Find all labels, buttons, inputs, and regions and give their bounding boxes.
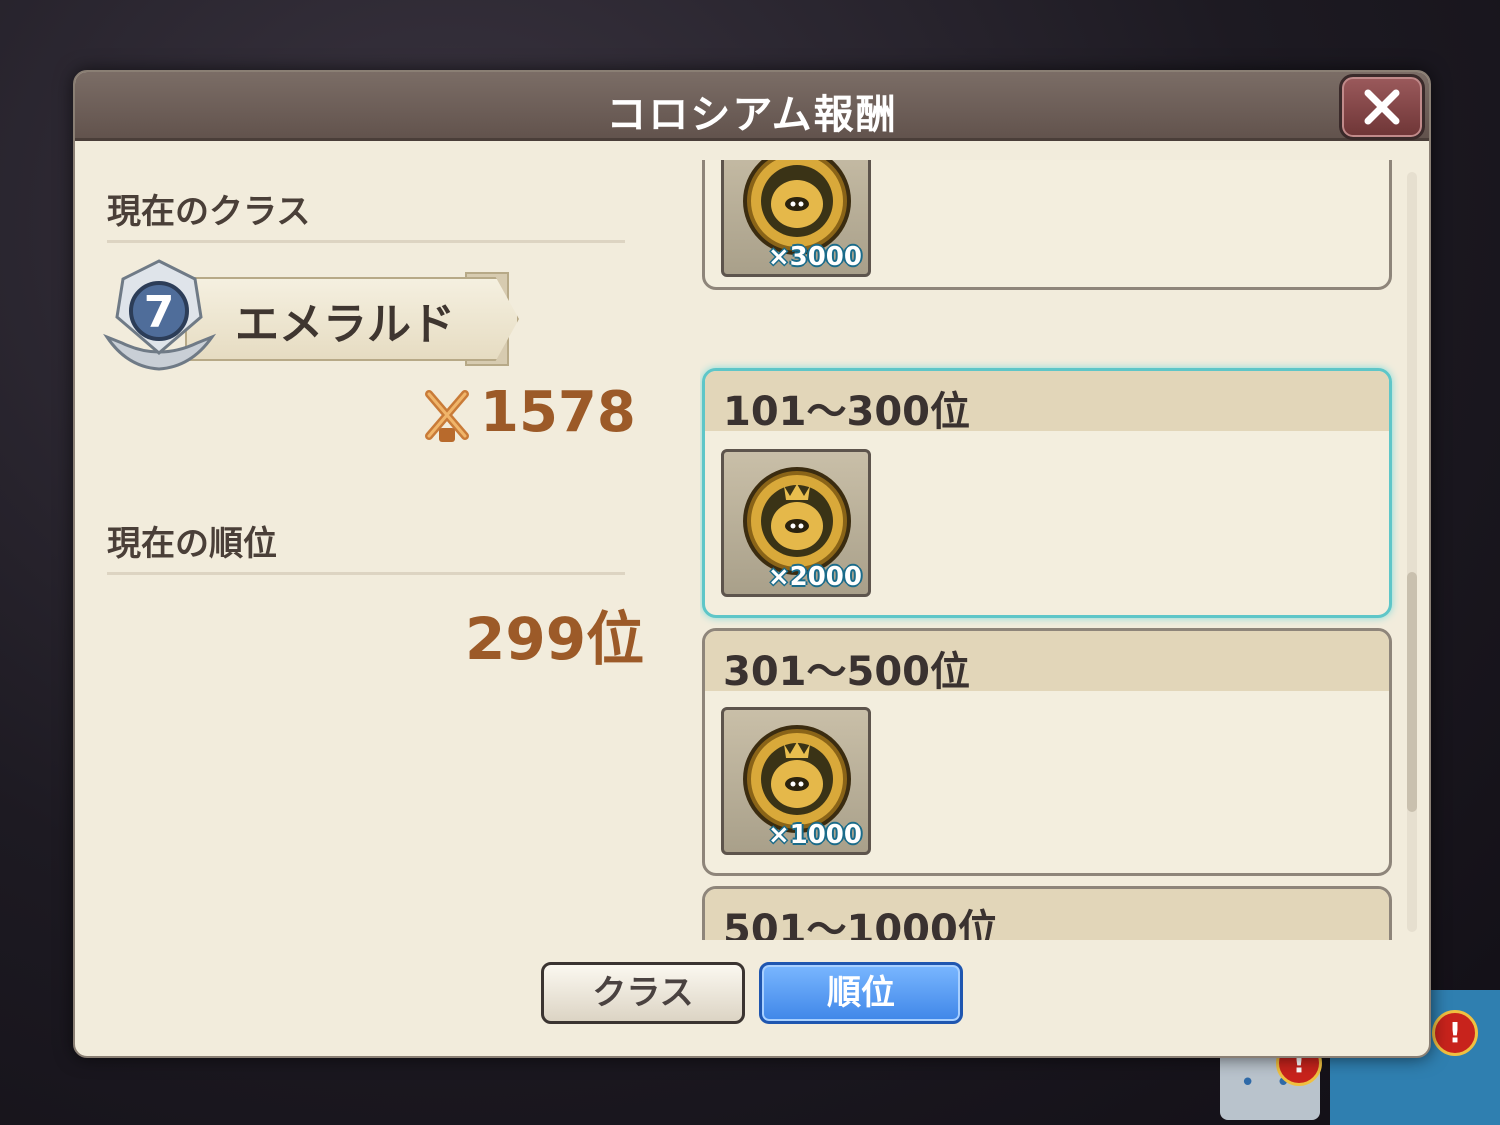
dialog-titlebar: コロシアム報酬 bbox=[75, 72, 1429, 141]
class-level: 7 bbox=[144, 287, 175, 338]
reward-quantity: ×2000 bbox=[767, 562, 862, 592]
class-name: エメラルド bbox=[235, 299, 455, 350]
reward-item[interactable]: ×2000 bbox=[721, 449, 871, 597]
reward-item[interactable]: ×3000 bbox=[721, 160, 871, 277]
reward-quantity: ×3000 bbox=[767, 242, 862, 272]
gold-coin-icon bbox=[743, 467, 851, 575]
reward-list-scrollbar[interactable] bbox=[1407, 172, 1417, 932]
gold-coin-icon bbox=[743, 725, 851, 833]
crossed-swords-icon bbox=[425, 390, 469, 442]
current-class-label: 現在のクラス bbox=[107, 192, 311, 232]
reward-card-header: 101～300位 bbox=[705, 371, 1389, 435]
close-x-icon bbox=[1364, 89, 1400, 125]
reward-card: 101～300位 ×2000 bbox=[702, 368, 1392, 618]
current-rank-label: 現在の順位 bbox=[107, 524, 277, 564]
class-level-badge-icon: 7 bbox=[103, 259, 217, 371]
scrollbar-thumb[interactable] bbox=[1407, 572, 1417, 812]
close-button[interactable] bbox=[1339, 74, 1425, 140]
reward-card: 301～500位 ×1000 bbox=[702, 628, 1392, 876]
alert-icon: ! bbox=[1432, 1010, 1478, 1056]
divider bbox=[107, 572, 625, 575]
divider bbox=[107, 240, 625, 243]
class-score: 1578 bbox=[480, 380, 636, 445]
reward-card-header: 301～500位 bbox=[705, 631, 1389, 695]
rank-range-label: 501～1000位 bbox=[723, 907, 998, 940]
rewards-dialog: コロシアム報酬 現在のクラス エメラルド 7 1578 現在の順位 299位 ×… bbox=[73, 70, 1431, 1058]
rank-range-label: 301～500位 bbox=[723, 649, 970, 695]
current-rank: 299位 bbox=[465, 605, 645, 673]
reward-list[interactable]: ×3000 101～300位 ×2000 301～500位 ×1000 501～… bbox=[700, 160, 1400, 940]
reward-item[interactable]: ×1000 bbox=[721, 707, 871, 855]
tab-class[interactable]: クラス bbox=[541, 962, 745, 1024]
reward-card-header: 501～1000位 bbox=[705, 889, 1389, 940]
dialog-title: コロシアム報酬 bbox=[606, 92, 898, 138]
tab-rank[interactable]: 順位 bbox=[759, 962, 963, 1024]
reward-card: ×3000 bbox=[702, 160, 1392, 290]
rank-range-label: 101～300位 bbox=[723, 389, 970, 435]
reward-quantity: ×1000 bbox=[767, 820, 862, 850]
reward-card: 501～1000位 bbox=[702, 886, 1392, 940]
